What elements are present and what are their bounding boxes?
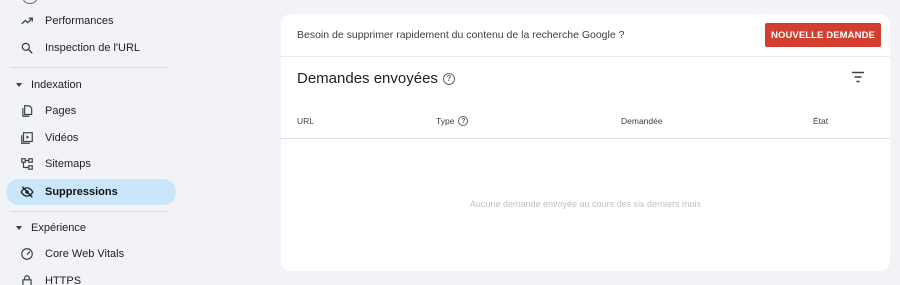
sidebar-item-core-web-vitals[interactable]: Core Web Vitals: [6, 241, 176, 267]
sidebar-item-label: Suppressions: [45, 186, 118, 198]
sidebar-item-videos[interactable]: Vidéos: [6, 125, 176, 151]
caret-down-icon: [16, 226, 22, 230]
pages-icon: [20, 104, 34, 118]
filter-icon[interactable]: [851, 71, 865, 83]
partial-icon: [23, 0, 37, 4]
search-icon: [20, 41, 34, 55]
new-request-button[interactable]: NOUVELLE DEMANDE: [765, 23, 881, 47]
video-icon: [20, 131, 34, 145]
sidebar-item-label: HTTPS: [45, 275, 82, 285]
sidebar-item-suppressions[interactable]: Suppressions: [6, 179, 176, 205]
column-label: URL: [297, 116, 315, 126]
help-icon[interactable]: ?: [458, 116, 469, 126]
section-title: Expérience: [31, 222, 87, 234]
sidebar-item-label: Sitemaps: [45, 158, 91, 170]
sidebar-item-performances[interactable]: Performances: [6, 8, 176, 34]
column-header-requested[interactable]: Demandée: [621, 116, 663, 126]
column-label: Type: [436, 116, 455, 126]
column-label: État: [813, 116, 829, 126]
trending-up-icon: [20, 14, 34, 28]
sidebar-item-label: Performances: [45, 15, 114, 27]
sidebar-item-pages[interactable]: Pages: [6, 98, 176, 124]
section-title: Indexation: [31, 79, 82, 91]
help-icon[interactable]: ?: [442, 72, 455, 85]
removals-card: Besoin de supprimer rapidement du conten…: [281, 14, 890, 271]
section-toggle-experience[interactable]: Expérience: [14, 219, 86, 237]
eye-off-icon: [20, 185, 34, 199]
table-header: URL Type ? Demandée État: [281, 106, 890, 139]
column-header-type[interactable]: Type ?: [436, 116, 469, 126]
empty-state-message: Aucune demande envoyée au cours des six …: [469, 199, 702, 209]
sidebar-divider: [10, 211, 168, 212]
section-toggle-indexation[interactable]: Indexation: [14, 76, 82, 94]
sidebar-item-url-inspection[interactable]: Inspection de l'URL: [6, 35, 176, 61]
caret-down-icon: [16, 83, 22, 87]
sidebar-item-label: Vidéos: [45, 132, 79, 144]
section-title-row: Demandes envoyées ?: [297, 70, 455, 87]
column-header-url[interactable]: URL: [297, 116, 314, 126]
sidebar-item-label: Core Web Vitals: [45, 248, 125, 260]
column-header-status[interactable]: État: [813, 116, 828, 126]
sidebar-item-label: Pages: [45, 105, 77, 117]
gauge-icon: [20, 247, 34, 261]
lock-icon: [20, 274, 34, 285]
sidebar-item-label: Inspection de l'URL: [45, 42, 141, 54]
removal-prompt: Besoin de supprimer rapidement du conten…: [297, 29, 625, 41]
sidebar-item-https[interactable]: HTTPS: [6, 268, 176, 285]
sitemap-icon: [20, 157, 34, 171]
sidebar-divider: [10, 67, 168, 68]
page-title: Demandes envoyées: [297, 70, 438, 87]
column-label: Demandée: [621, 116, 663, 126]
sidebar-item-sitemaps[interactable]: Sitemaps: [6, 151, 176, 177]
card-header: Besoin de supprimer rapidement du conten…: [281, 14, 890, 57]
sidebar: Performances Inspection de l'URL Indexat…: [0, 0, 185, 285]
